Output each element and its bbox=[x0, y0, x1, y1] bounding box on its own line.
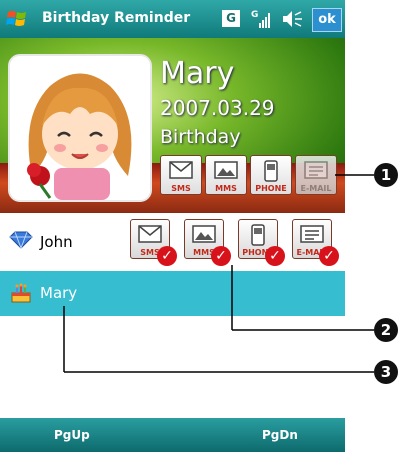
volume-icon[interactable] bbox=[280, 8, 304, 30]
birthday-cake-icon bbox=[11, 283, 31, 303]
contact-occasion: Birthday bbox=[160, 126, 241, 148]
envelope-icon bbox=[169, 161, 193, 179]
avatar bbox=[8, 54, 152, 202]
list-item[interactable]: John SMS ✓ MMS ✓ PHONE ✓ E-MAIL ✓ bbox=[0, 213, 345, 271]
ok-button[interactable]: ok bbox=[312, 8, 342, 32]
check-icon: ✓ bbox=[319, 246, 339, 266]
signal-strength-icon[interactable]: G bbox=[250, 7, 274, 31]
callout-2: 2 bbox=[374, 318, 398, 342]
cartoon-girl-avatar-icon bbox=[10, 56, 150, 200]
email-status-button[interactable]: E-MAIL ✓ bbox=[292, 219, 339, 266]
mms-status-button[interactable]: MMS ✓ bbox=[184, 219, 231, 266]
sms-button[interactable]: SMS bbox=[160, 155, 202, 195]
diamond-icon bbox=[9, 231, 33, 249]
mms-button[interactable]: MMS bbox=[205, 155, 247, 195]
check-icon: ✓ bbox=[211, 246, 231, 266]
phone-icon bbox=[251, 224, 265, 246]
gprs-icon[interactable]: G bbox=[222, 10, 240, 27]
svg-text:G: G bbox=[251, 10, 258, 20]
picture-icon bbox=[192, 225, 216, 243]
phone-label: PHONE bbox=[255, 184, 287, 193]
phone-status-button[interactable]: PHONE ✓ bbox=[238, 219, 285, 266]
title-bar: Birthday Reminder G G ok bbox=[0, 0, 345, 38]
page-down-button[interactable]: PgDn bbox=[262, 428, 298, 442]
list-item-name: Mary bbox=[40, 284, 78, 302]
mms-label: MMS bbox=[215, 184, 237, 193]
windows-start-icon[interactable] bbox=[6, 7, 28, 29]
contact-header: Mary 2007.03.29 Birthday SMS MMS PHONE E… bbox=[0, 38, 345, 213]
email-label: E-MAIL bbox=[300, 184, 332, 193]
phone-button[interactable]: PHONE bbox=[250, 155, 292, 195]
email-button[interactable]: E-MAIL bbox=[295, 155, 337, 195]
check-icon: ✓ bbox=[157, 246, 177, 266]
list-item-selected[interactable]: Mary bbox=[0, 271, 345, 316]
envelope-icon bbox=[138, 225, 162, 243]
sms-status-button[interactable]: SMS ✓ bbox=[130, 219, 177, 266]
check-icon: ✓ bbox=[265, 246, 285, 266]
page-up-button[interactable]: PgUp bbox=[54, 428, 90, 442]
callout-1: 1 bbox=[374, 163, 398, 187]
contact-date: 2007.03.29 bbox=[160, 96, 275, 120]
app-title: Birthday Reminder bbox=[42, 10, 191, 26]
bottom-bar: PgUp PgDn bbox=[0, 418, 345, 452]
email-icon bbox=[304, 161, 328, 179]
phone-screen: Birthday Reminder G G ok Mary 2007.03.29… bbox=[0, 0, 345, 452]
sms-label: SMS bbox=[171, 184, 191, 193]
callout-3: 3 bbox=[374, 360, 398, 384]
picture-icon bbox=[214, 161, 238, 179]
phone-icon bbox=[264, 160, 278, 182]
list-item-name: John bbox=[40, 233, 73, 251]
email-icon bbox=[300, 225, 324, 243]
contact-name: Mary bbox=[160, 56, 235, 91]
